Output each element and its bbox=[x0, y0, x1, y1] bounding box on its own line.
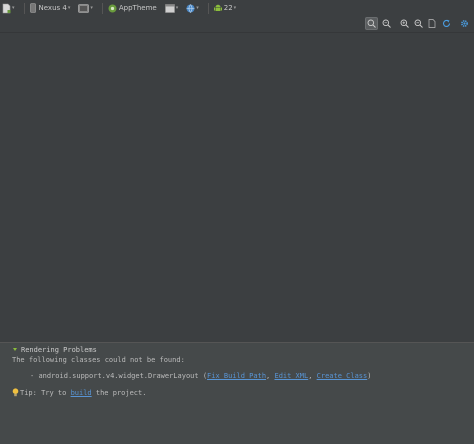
zoom-out-button[interactable] bbox=[412, 17, 424, 29]
bullet: - bbox=[30, 372, 35, 380]
chevron-down-icon: ▾ bbox=[90, 5, 93, 11]
device-icon bbox=[29, 3, 36, 13]
close-paren: ) bbox=[367, 372, 372, 380]
refresh-icon bbox=[442, 19, 450, 27]
missing-class-item: - android.support.v4.widget.DrawerLayout… bbox=[30, 372, 371, 380]
chevron-down-icon: ▾ bbox=[175, 5, 179, 11]
actual-size-button[interactable] bbox=[380, 17, 392, 29]
missing-class-name: android.support.v4.widget.DrawerLayout bbox=[38, 372, 199, 380]
theme-icon bbox=[108, 4, 117, 12]
problems-intro: The following classes could not be found… bbox=[12, 356, 185, 364]
zoom-to-fit-button[interactable] bbox=[365, 16, 378, 30]
activity-icon bbox=[164, 3, 175, 13]
zoom-in-button[interactable] bbox=[398, 17, 410, 29]
theme-label: AppTheme bbox=[118, 4, 157, 12]
screenshot-button[interactable] bbox=[426, 17, 438, 29]
activity-selector[interactable]: ▾ bbox=[163, 1, 181, 15]
toolbar-divider bbox=[207, 2, 209, 14]
toolbar-divider bbox=[101, 2, 103, 14]
collapse-arrow-icon[interactable] bbox=[12, 347, 18, 353]
refresh-button[interactable] bbox=[440, 17, 452, 29]
chevron-down-icon: ▾ bbox=[67, 5, 71, 11]
tip-prefix: Tip: Try to bbox=[20, 388, 67, 397]
lightbulb-icon bbox=[12, 388, 19, 397]
document-icon bbox=[2, 3, 11, 13]
chevron-down-icon: ▾ bbox=[233, 5, 237, 11]
android-icon bbox=[213, 4, 222, 11]
settings-button[interactable] bbox=[458, 17, 470, 29]
layout-toolbar: ▾ Nexus 4 ▾ ▾ AppTheme ▾ ▾ 22 ▾ bbox=[0, 0, 474, 16]
theme-selector[interactable]: AppTheme bbox=[106, 1, 159, 15]
create-class-link[interactable]: Create Class bbox=[317, 372, 368, 380]
separator: , bbox=[266, 372, 271, 380]
page-icon bbox=[428, 18, 436, 28]
design-canvas[interactable] bbox=[0, 32, 474, 343]
build-link[interactable]: build bbox=[71, 389, 92, 397]
device-selector[interactable]: Nexus 4 ▾ bbox=[28, 1, 73, 15]
chevron-down-icon: ▾ bbox=[12, 5, 15, 11]
toolbar-divider bbox=[23, 2, 25, 14]
fix-build-path-link[interactable]: Fix Build Path bbox=[207, 372, 266, 380]
tip-line: Tip: Try to build the project. bbox=[12, 388, 146, 397]
api-level-label: 22 bbox=[223, 4, 233, 12]
orientation-selector[interactable]: ▾ bbox=[76, 1, 95, 15]
zoom-fit-icon bbox=[367, 19, 376, 28]
chevron-down-icon: ▾ bbox=[196, 5, 199, 11]
separator: , bbox=[308, 372, 313, 380]
tip-suffix: the project. bbox=[95, 388, 147, 397]
zoom-out-icon bbox=[414, 19, 423, 28]
api-level-selector[interactable]: 22 ▾ bbox=[212, 1, 238, 15]
new-file-button[interactable]: ▾ bbox=[0, 1, 17, 15]
problems-header: Rendering Problems bbox=[12, 346, 97, 354]
problems-title: Rendering Problems bbox=[21, 346, 97, 354]
rendering-problems-panel: Rendering Problems The following classes… bbox=[0, 342, 474, 444]
globe-icon bbox=[186, 3, 195, 13]
zoom-toolbar bbox=[365, 16, 470, 30]
gear-icon bbox=[460, 19, 468, 27]
orientation-icon bbox=[78, 3, 90, 13]
locale-selector[interactable]: ▾ bbox=[184, 1, 201, 15]
device-label: Nexus 4 bbox=[38, 4, 67, 12]
edit-xml-link[interactable]: Edit XML bbox=[274, 372, 308, 380]
zoom-actual-icon bbox=[382, 19, 391, 28]
zoom-in-icon bbox=[400, 19, 409, 28]
